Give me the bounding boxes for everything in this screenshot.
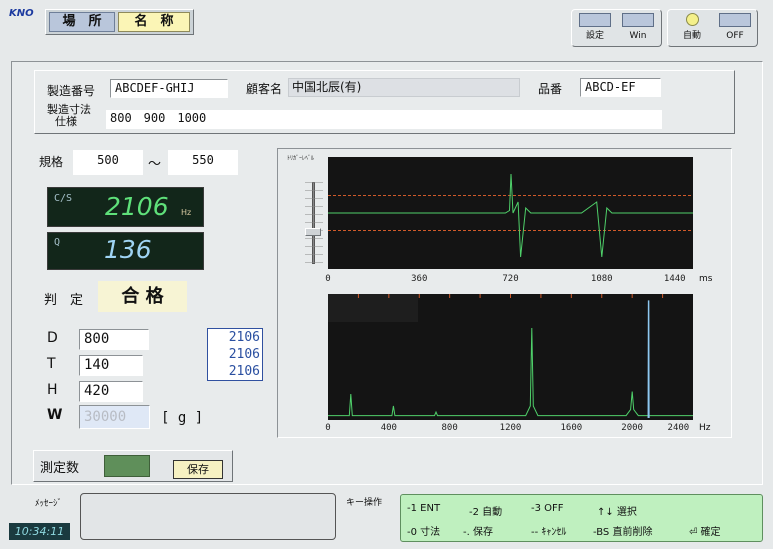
key-help-item: -1 ENT bbox=[407, 503, 441, 514]
part-label: 品番 bbox=[538, 82, 563, 96]
auto-label[interactable]: 自動 bbox=[672, 31, 712, 41]
w-unit: [ g ] bbox=[161, 410, 204, 426]
waveform-tick: 1080 bbox=[590, 274, 613, 284]
frequency-item: 2106 bbox=[228, 347, 260, 362]
win-button[interactable] bbox=[622, 13, 654, 27]
q-value: 136 bbox=[104, 235, 152, 264]
cs-value: 2106 bbox=[105, 192, 169, 221]
key-help-row: -0 寸法 -. 保存 -- ｷｬﾝｾﾙ -BS 直前削除 ⏎ 確定 bbox=[407, 523, 757, 538]
t-field[interactable]: 140 bbox=[79, 355, 143, 376]
save-button[interactable]: 保存 bbox=[173, 460, 223, 479]
trigger-level-slider[interactable] bbox=[305, 228, 321, 236]
d-label: D bbox=[47, 330, 58, 346]
spectrum-tick: 400 bbox=[380, 423, 397, 433]
key-help-item: -- ｷｬﾝｾﾙ bbox=[531, 527, 567, 538]
h-label: H bbox=[47, 382, 58, 398]
tab-location[interactable]: 場 所 bbox=[49, 12, 115, 32]
key-help-item: ↑↓ 選択 bbox=[597, 507, 637, 518]
waveform-chart bbox=[328, 157, 693, 269]
spectrum-peak-marker bbox=[647, 300, 650, 419]
waveform-x-axis: 0 360 720 1080 1440 bbox=[325, 274, 693, 288]
dims-label-line2: 仕様 bbox=[55, 115, 77, 128]
w-field[interactable]: 30000 bbox=[79, 405, 150, 429]
spectrum-x-axis: 0 400 800 1200 1600 2000 2400 bbox=[325, 423, 693, 437]
spec-min-field[interactable]: 500 bbox=[73, 150, 143, 175]
spec-separator: ～ bbox=[148, 157, 162, 172]
t-label: T bbox=[47, 356, 56, 372]
off-label: OFF bbox=[726, 31, 744, 41]
logo: KNO bbox=[9, 8, 34, 19]
key-help-item: -0 寸法 bbox=[407, 527, 441, 538]
customer-field[interactable]: 中国北辰(有) bbox=[288, 78, 520, 97]
waveform-x-unit: ms bbox=[699, 274, 713, 284]
frequency-item: 2106 bbox=[228, 330, 260, 345]
waveform-tick: 1440 bbox=[663, 274, 686, 284]
message-box bbox=[80, 493, 336, 540]
spectrum-x-unit: Hz bbox=[699, 423, 711, 433]
count-label: 測定数 bbox=[40, 461, 80, 476]
settings-label: 設定 bbox=[585, 31, 604, 41]
spectrum-tick: 1600 bbox=[560, 423, 583, 433]
waveform-tick: 360 bbox=[411, 274, 428, 284]
dims-field[interactable]: 800 900 1000 bbox=[106, 110, 662, 129]
win-label: Win bbox=[629, 31, 647, 41]
spectrum-tick: 800 bbox=[441, 423, 458, 433]
key-help-item: ⏎ 確定 bbox=[689, 527, 721, 538]
trigger-level-ticks bbox=[305, 182, 323, 264]
cs-unit: Hz bbox=[181, 208, 192, 217]
d-field[interactable]: 800 bbox=[79, 329, 149, 350]
serial-field[interactable]: ABCDEF-GHIJ bbox=[110, 79, 228, 98]
spectrum-tick: 0 bbox=[325, 423, 331, 433]
spectrum-tick: 1200 bbox=[499, 423, 522, 433]
dims-label: 製造寸法 仕様 bbox=[47, 104, 91, 128]
key-help-panel: -1 ENT -2 自動 -3 OFF ↑↓ 選択 -0 寸法 -. 保存 --… bbox=[400, 494, 763, 542]
frequency-item: 2106 bbox=[228, 364, 260, 379]
q-label: Q bbox=[54, 237, 61, 248]
h-field[interactable]: 420 bbox=[79, 381, 143, 402]
frequency-list: 2106 2106 2106 bbox=[207, 328, 263, 381]
spectrum-tick: 2000 bbox=[621, 423, 643, 433]
judgement-label: 判 定 bbox=[44, 293, 84, 308]
auto-indicator-icon bbox=[686, 13, 699, 26]
waveform-tick: 0 bbox=[325, 274, 331, 284]
serial-label: 製造番号 bbox=[47, 84, 96, 98]
key-help-item: -3 OFF bbox=[531, 503, 564, 514]
spec-max-field[interactable]: 550 bbox=[168, 150, 238, 175]
spec-label: 規格 bbox=[39, 155, 64, 169]
key-help-item: -. 保存 bbox=[463, 527, 493, 538]
customer-label: 顧客名 bbox=[246, 82, 283, 96]
key-help-item: -BS 直前削除 bbox=[593, 527, 653, 538]
part-field[interactable]: ABCD-EF bbox=[580, 78, 661, 97]
waveform-tick: 720 bbox=[502, 274, 519, 284]
key-ops-label: キー操作 bbox=[346, 498, 383, 508]
off-button[interactable] bbox=[719, 13, 751, 27]
settings-button[interactable] bbox=[579, 13, 611, 27]
clock: 10:34:11 bbox=[9, 523, 70, 540]
key-help-row: -1 ENT -2 自動 -3 OFF ↑↓ 選択 bbox=[407, 503, 757, 518]
spectrum-tick: 2400 bbox=[667, 423, 690, 433]
trigger-level-label: ﾄﾘｶﾞｰﾚﾍﾞﾙ bbox=[287, 155, 315, 162]
count-box bbox=[104, 455, 150, 477]
tab-name[interactable]: 名 称 bbox=[118, 12, 190, 32]
judgement-result: 合 格 bbox=[98, 281, 187, 312]
spectrum-header-bar bbox=[328, 294, 418, 322]
message-label: ﾒｯｾｰｼﾞ bbox=[35, 499, 63, 509]
key-help-item: -2 自動 bbox=[469, 507, 503, 518]
cs-label: C/S bbox=[54, 193, 73, 204]
spectrum-chart bbox=[328, 294, 693, 420]
w-label: W bbox=[47, 407, 63, 423]
